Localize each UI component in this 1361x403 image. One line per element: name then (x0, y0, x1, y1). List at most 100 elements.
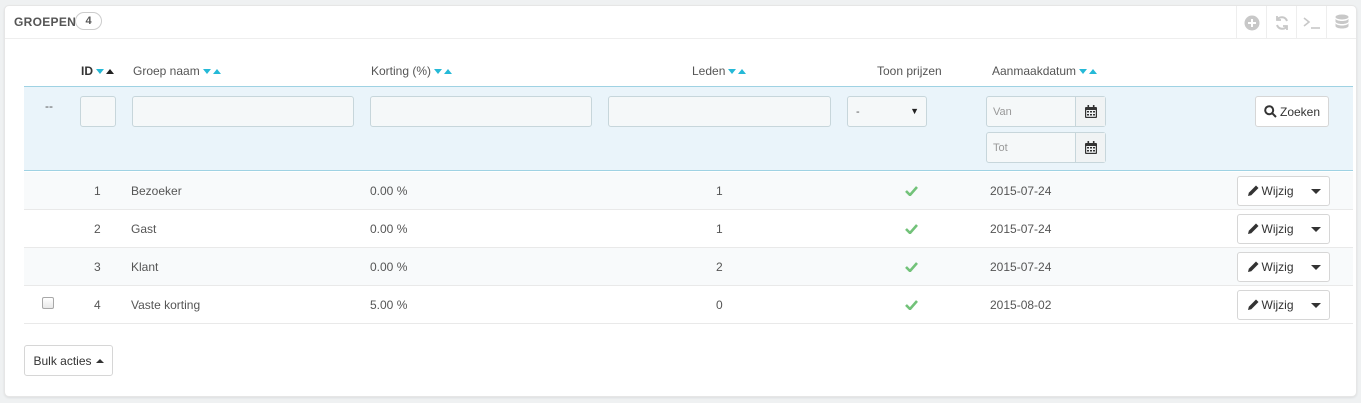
row-actions-dropdown[interactable] (1302, 215, 1329, 243)
check-icon[interactable] (905, 261, 918, 275)
row-action-group: Wijzig (1237, 290, 1330, 320)
check-icon[interactable] (905, 223, 918, 237)
calendar-icon[interactable] (1075, 133, 1105, 162)
table-row[interactable]: 1 Bezoeker 0.00 % 1 2015-07-24 Wijzig (24, 172, 1353, 210)
pencil-icon (1247, 185, 1258, 196)
panel-heading: Groepen 4 (5, 6, 1356, 39)
row-action-group: Wijzig (1237, 252, 1330, 282)
date-to-placeholder[interactable]: Tot (987, 133, 1075, 162)
caret-down-icon (1310, 302, 1321, 308)
bulk-actions-label: Bulk acties (33, 353, 92, 368)
cell-discount: 5.00 % (370, 298, 408, 312)
groups-panel: Groepen 4 ID Groep naam Kortin (4, 5, 1357, 397)
bulk-actions-button[interactable]: Bulk acties (24, 345, 113, 376)
edit-button[interactable]: Wijzig (1238, 177, 1302, 205)
filter-id-input[interactable] (80, 96, 116, 127)
row-actions-dropdown[interactable] (1302, 253, 1329, 281)
column-discount-label: Korting (%) (371, 64, 432, 78)
calendar-icon[interactable] (1075, 97, 1105, 126)
caret-down-icon (1310, 188, 1321, 194)
search-icon (1264, 105, 1277, 118)
column-created-label: Aanmaakdatum (992, 64, 1077, 78)
cell-members: 2 (716, 260, 723, 274)
column-created: Aanmaakdatum (992, 64, 1098, 78)
filter-dash: -- (45, 99, 53, 113)
sort-desc-icon[interactable] (96, 68, 104, 74)
sort-asc-icon[interactable] (738, 68, 747, 74)
sort-desc-icon[interactable] (728, 68, 737, 74)
cell-id: 2 (94, 222, 101, 236)
cell-members: 1 (716, 222, 723, 236)
check-icon[interactable] (905, 299, 918, 313)
row-actions-dropdown[interactable] (1302, 177, 1329, 205)
sort-desc-icon[interactable] (1079, 68, 1088, 74)
cell-members: 1 (716, 184, 723, 198)
search-button[interactable]: Zoeken (1255, 96, 1329, 127)
cell-id: 1 (94, 184, 101, 198)
filter-members-input[interactable] (608, 96, 831, 127)
column-show-prices: Toon prijzen (877, 64, 942, 78)
cell-members: 0 (716, 298, 723, 312)
caret-down-icon (1310, 264, 1321, 270)
filter-row: -- - ▼ Van Tot Zoeken (24, 86, 1353, 171)
cell-id: 4 (94, 298, 101, 312)
table-row[interactable]: 3 Klant 0.00 % 2 2015-07-24 Wijzig (24, 248, 1353, 286)
row-action-group: Wijzig (1237, 176, 1330, 206)
check-icon[interactable] (905, 185, 918, 199)
group-count-badge: 4 (75, 12, 102, 30)
cell-id: 3 (94, 260, 101, 274)
cell-name: Klant (131, 260, 159, 274)
edit-button-label: Wijzig (1261, 222, 1294, 236)
edit-button[interactable]: Wijzig (1238, 253, 1302, 281)
column-members-label: Leden (692, 64, 726, 78)
filter-show-prices-value: - (856, 106, 860, 118)
sort-desc-icon[interactable] (202, 68, 211, 74)
sql-query-icon[interactable] (1296, 6, 1326, 39)
sort-asc-icon[interactable] (1089, 68, 1098, 74)
column-show-prices-label: Toon prijzen (877, 64, 942, 78)
cell-discount: 0.00 % (370, 260, 408, 274)
date-from-placeholder[interactable]: Van (987, 97, 1075, 126)
sort-desc-icon[interactable] (434, 68, 443, 74)
column-id: ID (81, 64, 114, 78)
filter-discount-input[interactable] (370, 96, 592, 127)
database-icon[interactable] (1326, 6, 1356, 39)
row-actions-dropdown[interactable] (1302, 291, 1329, 319)
panel-title: Groepen (14, 15, 77, 29)
cell-created: 2015-07-24 (990, 260, 1052, 274)
filter-date-from[interactable]: Van (986, 96, 1106, 127)
column-discount: Korting (%) (371, 64, 453, 78)
filter-name-input[interactable] (132, 96, 354, 127)
caret-down-icon (1310, 226, 1321, 232)
add-icon[interactable] (1236, 6, 1266, 39)
edit-button-label: Wijzig (1261, 298, 1294, 312)
cell-created: 2015-08-02 (990, 298, 1052, 312)
table-header: ID Groep naam Korting (%) Leden Toon pri… (5, 56, 1356, 86)
cell-name: Bezoeker (131, 184, 182, 198)
sort-asc-icon[interactable] (212, 68, 221, 74)
column-id-label: ID (81, 64, 93, 78)
edit-button[interactable]: Wijzig (1238, 291, 1302, 319)
table-row[interactable]: 4 Vaste korting 5.00 % 0 2015-08-02 Wijzig (24, 286, 1353, 324)
edit-button-label: Wijzig (1261, 184, 1294, 198)
cell-name: Gast (131, 222, 157, 236)
filter-show-prices-select[interactable]: - ▼ (847, 96, 927, 127)
edit-button-label: Wijzig (1261, 260, 1294, 274)
refresh-icon[interactable] (1266, 6, 1296, 39)
sort-asc-icon[interactable] (444, 68, 453, 74)
column-members: Leden (692, 64, 747, 78)
caret-up-icon (95, 358, 104, 363)
filter-date-to[interactable]: Tot (986, 132, 1106, 163)
cell-created: 2015-07-24 (990, 184, 1052, 198)
pencil-icon (1247, 223, 1258, 234)
sort-asc-icon[interactable] (106, 68, 114, 74)
search-button-label: Zoeken (1279, 104, 1321, 119)
cell-discount: 0.00 % (370, 184, 408, 198)
row-checkbox[interactable] (42, 297, 54, 309)
column-name-label: Groep naam (133, 64, 200, 78)
edit-button[interactable]: Wijzig (1238, 215, 1302, 243)
row-action-group: Wijzig (1237, 214, 1330, 244)
cell-discount: 0.00 % (370, 222, 408, 236)
table-row[interactable]: 2 Gast 0.00 % 1 2015-07-24 Wijzig (24, 210, 1353, 248)
cell-name: Vaste korting (131, 298, 201, 312)
